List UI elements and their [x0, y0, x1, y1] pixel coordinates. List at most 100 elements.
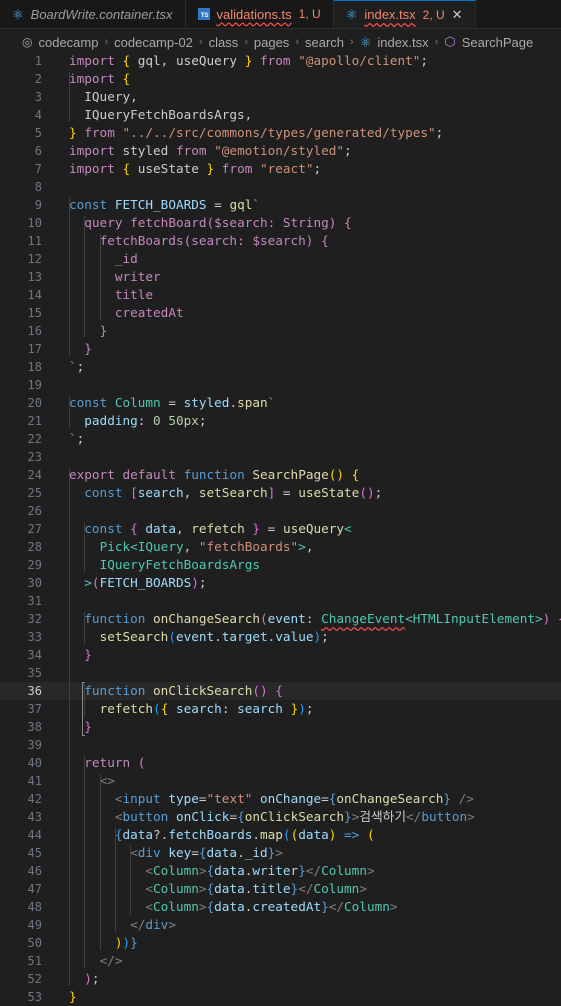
- code-token: ,: [183, 539, 199, 554]
- code-token: from: [259, 53, 291, 68]
- code-token: onClickSearch: [244, 809, 345, 824]
- code-line[interactable]: 26: [0, 502, 561, 520]
- breadcrumb-item[interactable]: class: [209, 35, 239, 50]
- code-text: padding: 0 50px;: [69, 412, 206, 430]
- code-text: <Column>{data.title}</Column>: [69, 880, 367, 898]
- breadcrumb-item[interactable]: pages: [254, 35, 289, 50]
- code-line[interactable]: 22 `;: [0, 430, 561, 448]
- code-token: >: [359, 881, 367, 896]
- code-token: IQuery: [137, 539, 184, 554]
- chevron-right-icon: ›: [295, 36, 299, 48]
- line-number: 36: [27, 684, 42, 698]
- code-text: setSearch(event.target.value);: [69, 628, 329, 646]
- code-token: 0: [153, 413, 161, 428]
- breadcrumb-item[interactable]: SearchPage: [462, 35, 534, 50]
- code-text: refetch({ search: search });: [69, 700, 314, 718]
- code-line[interactable]: 18 `;: [0, 358, 561, 376]
- code-token: writer: [252, 863, 299, 878]
- code-token: from: [221, 161, 253, 176]
- indent-guide: [84, 612, 86, 644]
- code-token: ;: [321, 629, 329, 644]
- code-line[interactable]: 8: [0, 178, 561, 196]
- code-token: button: [421, 809, 468, 824]
- code-editor[interactable]: 1 import { gql, useQuery } from "@apollo/…: [0, 52, 561, 1004]
- code-token: padding: [84, 413, 138, 428]
- code-line[interactable]: 34 }: [0, 646, 561, 664]
- code-line[interactable]: 35: [0, 664, 561, 682]
- code-line[interactable]: 19: [0, 376, 561, 394]
- code-token: .: [229, 395, 238, 410]
- chevron-right-icon: ›: [244, 36, 248, 48]
- line-number: 32: [27, 612, 42, 626]
- tab-2[interactable]: ⚛ index.tsx 2, U ✕: [333, 0, 476, 28]
- code-token: }: [252, 521, 261, 536]
- code-token: data: [214, 863, 245, 878]
- code-token: ;: [420, 53, 429, 68]
- line-number: 29: [27, 558, 42, 572]
- code-text: <input type="text" onChange={onChangeSea…: [69, 790, 474, 808]
- code-token: >: [84, 575, 92, 590]
- code-text: import {: [69, 70, 130, 88]
- code-line[interactable]: 3 IQuery,: [0, 88, 561, 106]
- tab-1[interactable]: TS validations.ts 1, U: [186, 0, 334, 28]
- code-line[interactable]: 53}: [0, 988, 561, 1006]
- code-line[interactable]: 9 const FETCH_BOARDS = gql`: [0, 196, 561, 214]
- code-token: const: [69, 197, 108, 212]
- indent-guide: [69, 468, 70, 986]
- code-line[interactable]: 23: [0, 448, 561, 466]
- code-line[interactable]: 20 const Column = styled.span`: [0, 394, 561, 412]
- code-token: {: [237, 809, 245, 824]
- code-token: {: [122, 53, 131, 68]
- code-token: target: [221, 629, 268, 644]
- close-icon[interactable]: ✕: [452, 7, 463, 23]
- code-token: {: [122, 161, 131, 176]
- code-line[interactable]: 5} from "../../src/commons/types/generat…: [0, 124, 561, 142]
- code-line[interactable]: 24 export default function SearchPage() {: [0, 466, 561, 484]
- code-line[interactable]: 4 IQueryFetchBoardsArgs,: [0, 106, 561, 124]
- code-line[interactable]: 25 const [search, setSearch] = useState(…: [0, 484, 561, 502]
- breadcrumb-item[interactable]: codecamp: [38, 35, 98, 50]
- code-token: function: [84, 611, 146, 626]
- editor-tab-bar: ⚛ BoardWrite.container.tsx TS validations.t…: [0, 0, 561, 29]
- code-token: ;: [198, 575, 207, 590]
- code-line[interactable]: 52 );: [0, 970, 561, 988]
- code-token: styled: [183, 395, 230, 410]
- code-line[interactable]: 2 import {: [0, 70, 561, 88]
- code-token: </: [130, 917, 146, 932]
- breadcrumb-item[interactable]: search: [305, 35, 344, 50]
- code-token: button: [122, 809, 169, 824]
- line-number: 40: [27, 756, 42, 770]
- code-line[interactable]: 17 }: [0, 340, 561, 358]
- code-line[interactable]: 30 >(FETCH_BOARDS);: [0, 574, 561, 592]
- code-text: <>: [69, 772, 115, 790]
- code-token: }: [321, 899, 329, 914]
- code-line[interactable]: 31: [0, 592, 561, 610]
- code-token: `: [252, 197, 260, 212]
- line-number: 23: [27, 450, 42, 464]
- code-token: ChangeEvent: [321, 611, 406, 626]
- code-line[interactable]: 7 import { useState } from "react";: [0, 160, 561, 178]
- code-text: } from "../../src/commons/types/generate…: [69, 124, 443, 142]
- code-line[interactable]: 21 padding: 0 50px;: [0, 412, 561, 430]
- breadcrumb-item[interactable]: codecamp-02: [114, 35, 193, 50]
- code-token: :: [221, 701, 238, 716]
- code-token: map: [260, 827, 283, 842]
- code-line[interactable]: 39: [0, 736, 561, 754]
- tab-0[interactable]: ⚛ BoardWrite.container.tsx: [0, 0, 186, 28]
- code-token: (: [168, 629, 176, 644]
- code-line[interactable]: 1 import { gql, useQuery } from "@apollo/…: [0, 52, 561, 70]
- code-line[interactable]: 6 import styled from "@emotion/styled";: [0, 142, 561, 160]
- line-number: 18: [27, 360, 42, 374]
- code-text: </>: [69, 952, 123, 970]
- code-token: {: [351, 467, 360, 482]
- line-number: 8: [34, 180, 42, 194]
- code-token: import: [69, 161, 115, 176]
- breadcrumb-item[interactable]: index.tsx: [377, 35, 428, 50]
- line-number: 50: [27, 936, 42, 950]
